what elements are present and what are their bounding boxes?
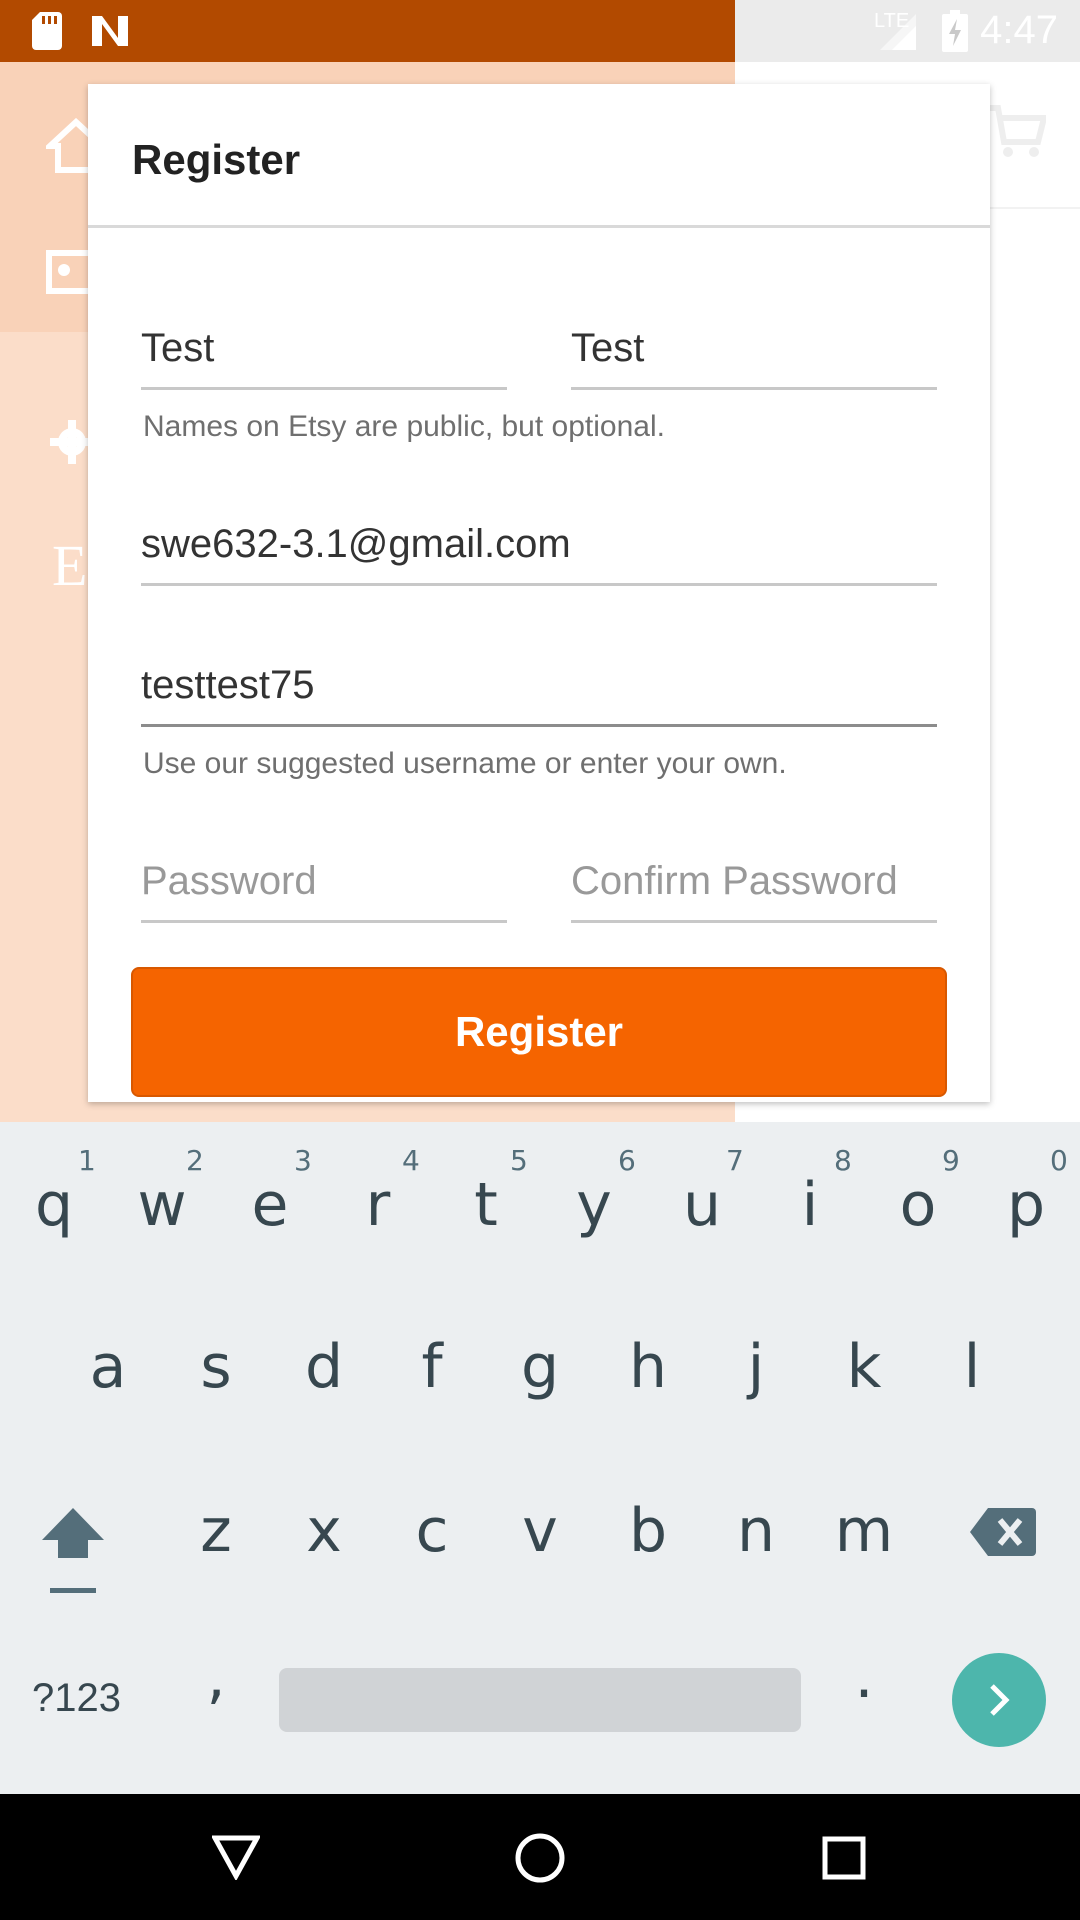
key-j[interactable]: j bbox=[702, 1332, 810, 1402]
key-o[interactable]: o bbox=[864, 1170, 972, 1240]
username-field[interactable]: testtest75 bbox=[141, 657, 937, 727]
soft-keyboard: q w e r t y u i o p 1 2 3 4 5 6 7 8 9 0 … bbox=[0, 1122, 1080, 1794]
chevron-right-icon bbox=[990, 1684, 1010, 1716]
password-field[interactable]: Password bbox=[141, 853, 507, 923]
signal-icon bbox=[880, 14, 916, 50]
key-hint-0: 0 bbox=[1050, 1144, 1068, 1177]
n-notification-icon bbox=[92, 16, 128, 46]
status-bar: LTE 4:47 bbox=[0, 0, 1080, 62]
key-hint-1: 1 bbox=[78, 1144, 96, 1177]
key-u[interactable]: u bbox=[648, 1170, 756, 1240]
key-r[interactable]: r bbox=[324, 1170, 432, 1240]
key-n[interactable]: n bbox=[702, 1496, 810, 1566]
key-c[interactable]: c bbox=[378, 1496, 486, 1566]
key-x[interactable]: x bbox=[270, 1496, 378, 1566]
key-f[interactable]: f bbox=[378, 1332, 486, 1402]
register-button[interactable]: Register bbox=[131, 967, 947, 1097]
register-dialog: Register Test Test Names on Etsy are pub… bbox=[88, 84, 990, 1102]
clock: 4:47 bbox=[980, 8, 1058, 52]
battery-charging-icon bbox=[942, 10, 968, 52]
key-hint-5: 5 bbox=[510, 1144, 528, 1177]
key-hint-4: 4 bbox=[402, 1144, 420, 1177]
shift-icon[interactable] bbox=[38, 1504, 108, 1596]
dialog-title: Register bbox=[132, 136, 301, 183]
key-hint-2: 2 bbox=[186, 1144, 204, 1177]
key-l[interactable]: l bbox=[918, 1332, 1026, 1402]
recents-icon[interactable] bbox=[822, 1836, 866, 1880]
drawer-logo-letter: E bbox=[52, 533, 88, 598]
email-field[interactable]: swe632-3.1@gmail.com bbox=[141, 516, 937, 586]
cart-icon bbox=[988, 105, 1046, 157]
key-g[interactable]: g bbox=[486, 1332, 594, 1402]
symbols-key[interactable]: ?123 bbox=[32, 1676, 121, 1721]
back-icon[interactable] bbox=[212, 1834, 260, 1880]
key-i[interactable]: i bbox=[756, 1170, 864, 1240]
backspace-icon[interactable] bbox=[970, 1508, 1036, 1556]
key-y[interactable]: y bbox=[540, 1170, 648, 1240]
username-hint: Use our suggested username or enter your… bbox=[143, 747, 787, 780]
confirm-password-field[interactable]: Confirm Password bbox=[571, 853, 937, 923]
key-hint-6: 6 bbox=[618, 1144, 636, 1177]
key-p[interactable]: p bbox=[972, 1170, 1080, 1240]
spacebar[interactable] bbox=[279, 1668, 801, 1732]
key-z[interactable]: z bbox=[162, 1496, 270, 1566]
key-hint-9: 9 bbox=[942, 1144, 960, 1177]
first-name-field[interactable]: Test bbox=[141, 320, 507, 390]
key-t[interactable]: t bbox=[432, 1170, 540, 1240]
key-h[interactable]: h bbox=[594, 1332, 702, 1402]
key-hint-7: 7 bbox=[726, 1144, 744, 1177]
key-d[interactable]: d bbox=[270, 1332, 378, 1402]
key-hint-8: 8 bbox=[834, 1144, 852, 1177]
key-b[interactable]: b bbox=[594, 1496, 702, 1566]
key-k[interactable]: k bbox=[810, 1332, 918, 1402]
key-q[interactable]: q bbox=[0, 1170, 108, 1240]
last-name-field[interactable]: Test bbox=[571, 320, 937, 390]
key-v[interactable]: v bbox=[486, 1496, 594, 1566]
key-s[interactable]: s bbox=[162, 1332, 270, 1402]
key-a[interactable]: a bbox=[54, 1332, 162, 1402]
period-key[interactable]: . bbox=[810, 1642, 918, 1712]
key-e[interactable]: e bbox=[216, 1170, 324, 1240]
comma-key[interactable]: , bbox=[162, 1642, 270, 1712]
navigation-bar bbox=[0, 1794, 1080, 1920]
key-hint-3: 3 bbox=[294, 1144, 312, 1177]
next-key[interactable] bbox=[952, 1653, 1046, 1747]
key-m[interactable]: m bbox=[810, 1496, 918, 1566]
key-w[interactable]: w bbox=[108, 1170, 216, 1240]
home-circle-icon[interactable] bbox=[514, 1832, 566, 1884]
dialog-header: Register bbox=[88, 84, 990, 228]
sd-card-icon bbox=[32, 12, 62, 50]
names-hint: Names on Etsy are public, but optional. bbox=[143, 410, 665, 443]
